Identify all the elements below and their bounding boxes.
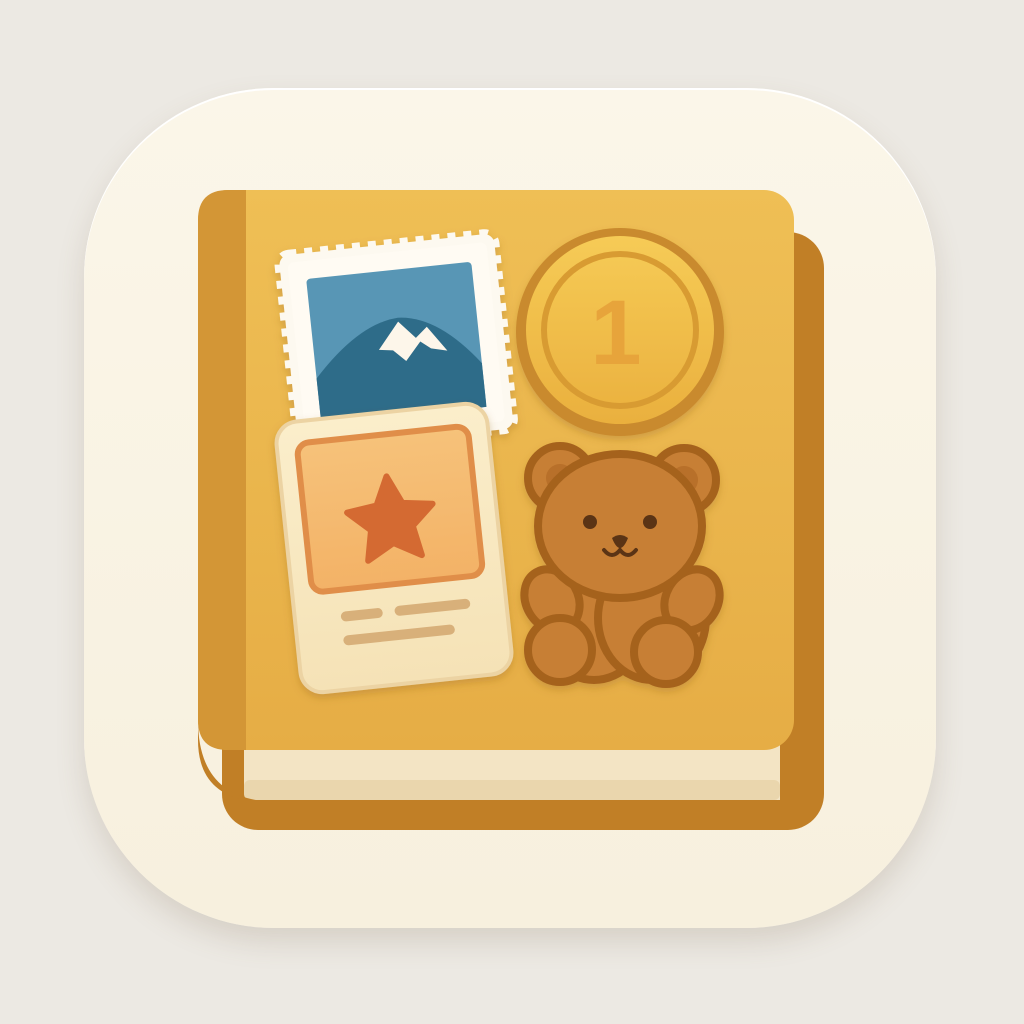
star-card-icon bbox=[274, 401, 514, 695]
coin-icon: 1 bbox=[516, 228, 724, 436]
coin-label: 1 bbox=[590, 282, 641, 384]
app-icon-canvas: 1 bbox=[0, 0, 1024, 1024]
collection-album-icon: 1 bbox=[198, 190, 824, 830]
